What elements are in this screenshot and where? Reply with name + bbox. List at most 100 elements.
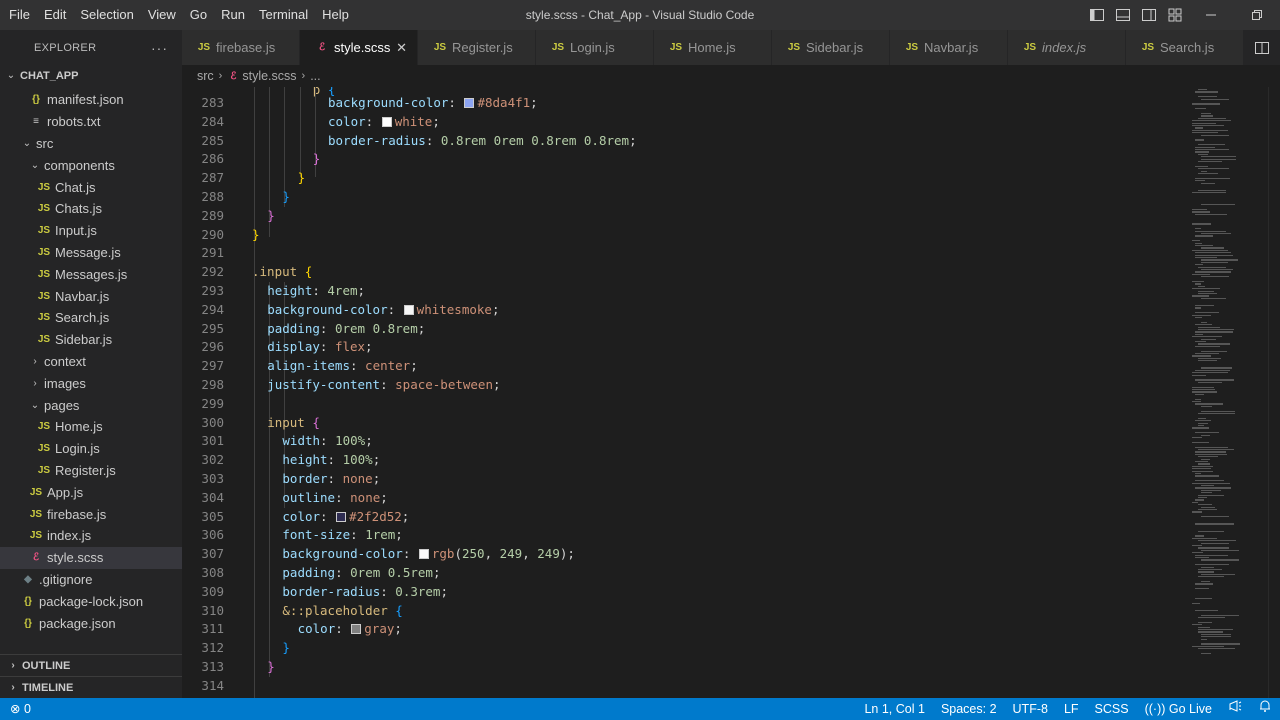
project-root[interactable]: ⌄ CHAT_APP: [0, 65, 182, 87]
outline-section[interactable]: › OUTLINE: [0, 654, 182, 676]
tab-index-js[interactable]: JS index.js: [1008, 30, 1126, 65]
menu-go[interactable]: Go: [183, 0, 214, 30]
menu-edit[interactable]: Edit: [37, 0, 73, 30]
toggle-panel-icon[interactable]: [1110, 0, 1136, 30]
minimap-line: [1198, 161, 1222, 163]
toggle-secondary-sidebar-icon[interactable]: [1136, 0, 1162, 30]
menu-view[interactable]: View: [141, 0, 183, 30]
file-style-scss[interactable]: ℰstyle.scss: [0, 546, 182, 569]
minimap-line: [1195, 317, 1202, 319]
file--gitignore[interactable]: ◆ .gitignore: [0, 569, 182, 591]
restore-icon[interactable]: [1234, 0, 1280, 30]
file-message-js[interactable]: JS Message.js: [0, 242, 182, 264]
file-app-js[interactable]: JS App.js: [0, 481, 182, 503]
file-chats-js[interactable]: JS Chats.js: [0, 198, 182, 220]
file-home-js[interactable]: JS Home.js: [0, 416, 182, 438]
file-navbar-js[interactable]: JS Navbar.js: [0, 285, 182, 307]
file-chat-js[interactable]: JS Chat.js: [0, 176, 182, 198]
language-mode[interactable]: SCSS: [1087, 698, 1137, 720]
folder-pages[interactable]: ⌄ pages: [0, 394, 182, 416]
menu-file[interactable]: File: [2, 0, 37, 30]
breadcrumb-symbol[interactable]: ...: [310, 69, 320, 83]
minimize-icon[interactable]: [1188, 0, 1234, 30]
code-token: );: [559, 546, 575, 562]
menu-terminal[interactable]: Terminal: [252, 0, 315, 30]
menu-selection[interactable]: Selection: [73, 0, 140, 30]
more-actions-icon[interactable]: ···: [151, 40, 168, 56]
file-search-js[interactable]: JS Search.js: [0, 307, 182, 329]
code-line: background-color: #8da4f1;: [328, 94, 538, 113]
tab-firebase-js[interactable]: JS firebase.js: [182, 30, 300, 65]
minimap-line: [1198, 422, 1208, 424]
code-token: }: [312, 151, 321, 167]
file-firebase-js[interactable]: JS firebase.js: [0, 503, 182, 525]
minimap-line: [1201, 182, 1215, 184]
folder-src[interactable]: ⌄ src: [0, 133, 182, 155]
feedback-icon[interactable]: [1220, 698, 1250, 720]
folder-components[interactable]: ⌄ components: [0, 154, 182, 176]
file-input-js[interactable]: JS Input.js: [0, 220, 182, 242]
minimap-line: [1201, 247, 1224, 249]
file-register-js[interactable]: JS Register.js: [0, 460, 182, 482]
file-index-js[interactable]: JS index.js: [0, 525, 182, 547]
color-swatch[interactable]: [381, 116, 392, 127]
close-icon[interactable]: ✕: [396, 40, 407, 56]
indentation[interactable]: Spaces: 2: [933, 698, 1005, 720]
js-icon: JS: [1023, 42, 1037, 53]
color-swatch[interactable]: [351, 624, 362, 635]
color-swatch[interactable]: [403, 304, 414, 315]
code-token: ;: [492, 377, 501, 392]
code-editor[interactable]: p {283 background-color: #8da4f1; 284 color…: [182, 87, 1188, 698]
minimap-line: [1192, 470, 1213, 472]
minimap-line: [1195, 305, 1214, 307]
code-token: white: [394, 113, 433, 129]
color-swatch[interactable]: [336, 511, 347, 522]
color-swatch[interactable]: [418, 549, 429, 560]
tab-style-scss[interactable]: ℰstyle.scss ✕: [300, 30, 418, 65]
tab-register-js[interactable]: JS Register.js: [418, 30, 536, 65]
file-messages-js[interactable]: JS Messages.js: [0, 263, 182, 285]
code-token: 0.8rem 0rem 0.8rem 0.8rem: [440, 132, 630, 148]
tab-navbar-js[interactable]: JS Navbar.js: [890, 30, 1008, 65]
end-of-line[interactable]: LF: [1056, 698, 1087, 720]
breadcrumb-file[interactable]: style.scss: [242, 69, 296, 83]
minimap-line: [1198, 621, 1212, 624]
file-robots-txt[interactable]: ≡ robots.txt: [0, 111, 182, 133]
problems-indicator[interactable]: ⊗ 0: [2, 698, 39, 720]
folder-images[interactable]: › images: [0, 372, 182, 394]
tab-sidebar-js[interactable]: JS Sidebar.js: [772, 30, 890, 65]
tab-home-js[interactable]: JS Home.js: [654, 30, 772, 65]
status-bar: ⊗ 0 Ln 1, Col 1 Spaces: 2 UTF-8 LF SCSS …: [0, 698, 1280, 720]
folder-context[interactable]: › context: [0, 351, 182, 373]
tab-login-js[interactable]: JS Login.js: [536, 30, 654, 65]
toggle-primary-sidebar-icon[interactable]: [1084, 0, 1110, 30]
file-sidebar-js[interactable]: JS Sidebar.js: [0, 329, 182, 351]
tab-search-js[interactable]: JS Search.js: [1126, 30, 1244, 65]
json-icon: {}: [32, 94, 40, 106]
customize-layout-icon[interactable]: [1162, 0, 1188, 30]
split-editor-icon[interactable]: [1244, 30, 1280, 65]
breadcrumb-src[interactable]: src: [197, 69, 214, 83]
encoding[interactable]: UTF-8: [1005, 698, 1056, 720]
code-token: height: [267, 283, 313, 298]
go-live-button[interactable]: ((·)) Go Live: [1137, 698, 1220, 720]
js-icon: JS: [1141, 42, 1155, 53]
color-swatch[interactable]: [464, 98, 475, 108]
editor-scrollbar[interactable]: [1268, 87, 1280, 698]
code-token: ;: [417, 320, 426, 336]
menu-help[interactable]: Help: [315, 0, 356, 30]
minimap[interactable]: [1188, 87, 1268, 698]
minimap-line: [1195, 345, 1220, 348]
menu-run[interactable]: Run: [214, 0, 252, 30]
cursor-position[interactable]: Ln 1, Col 1: [856, 698, 932, 720]
file-manifest-json[interactable]: {} manifest.json: [0, 89, 182, 111]
file-package-json[interactable]: {} package.json: [0, 612, 182, 634]
code-token: 100%: [342, 452, 373, 468]
file-package-lock-json[interactable]: {} package-lock.json: [0, 590, 182, 612]
file-login-js[interactable]: JS Login.js: [0, 438, 182, 460]
minimap-line: [1192, 132, 1218, 134]
breadcrumb: src › ℰ style.scss › ...: [182, 65, 321, 87]
timeline-section[interactable]: › TIMELINE: [0, 676, 182, 698]
minimap-line: [1195, 177, 1230, 180]
notifications-icon[interactable]: [1250, 698, 1280, 720]
